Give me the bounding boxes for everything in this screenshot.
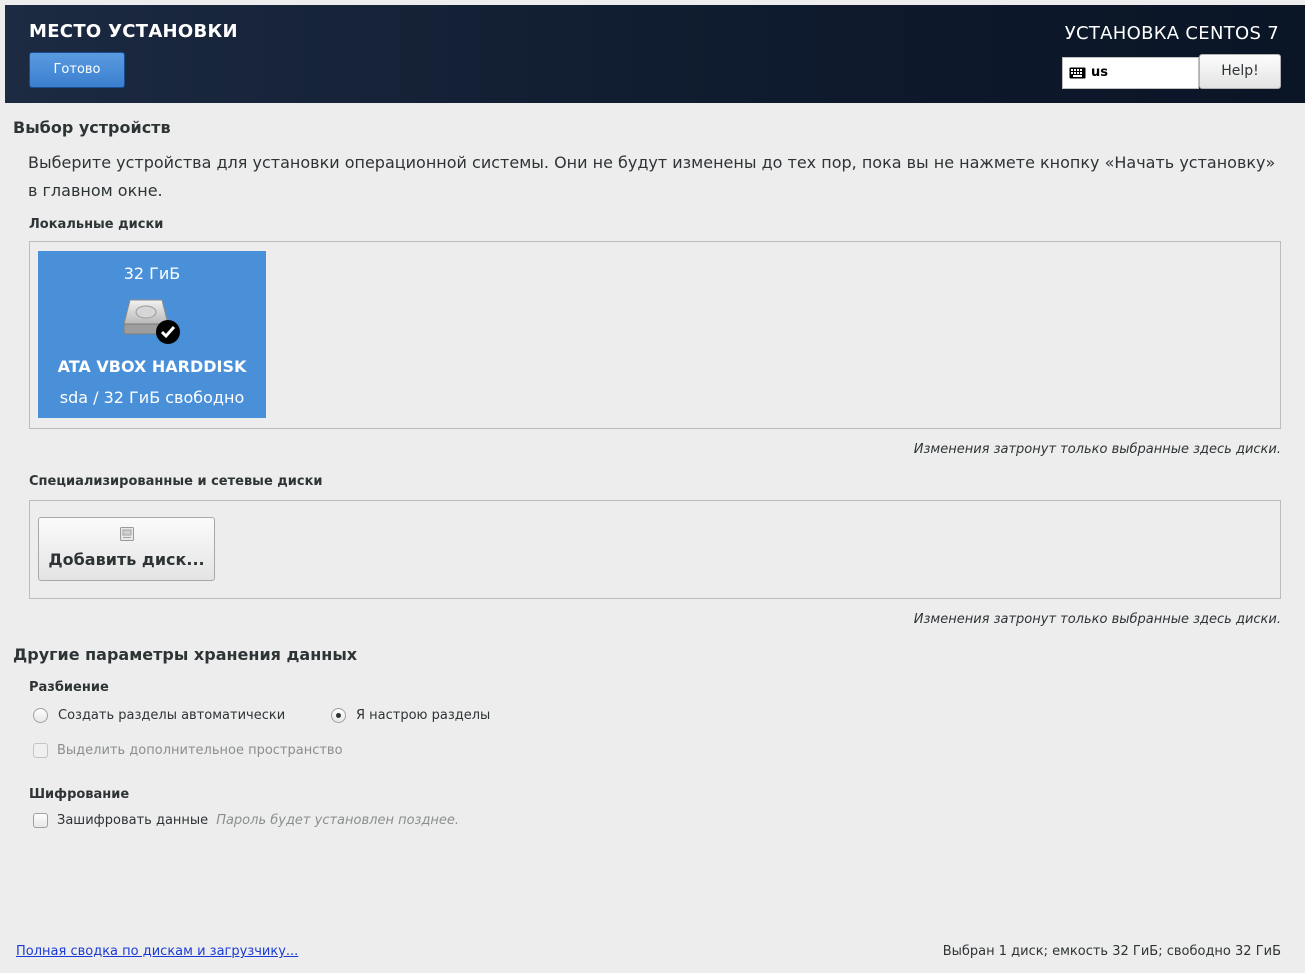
disk-size: 32 ГиБ	[123, 264, 181, 283]
device-selection-description: Выберите устройства для установки операц…	[28, 153, 1276, 200]
manual-partition-radio[interactable]: Я настрою разделы	[331, 708, 490, 723]
manual-partition-label: Я настрою разделы	[356, 708, 491, 723]
disk-name: ATA VBOX HARDDISK	[57, 357, 247, 376]
checkbox[interactable]	[33, 813, 48, 828]
partitioning-heading: Разбиение	[29, 680, 109, 695]
encrypt-hint: Пароль будет установлен позднее.	[216, 813, 460, 828]
add-disk-label: Добавить диск...	[48, 550, 205, 569]
local-disks-heading: Локальные диски	[29, 217, 164, 232]
add-disk-button[interactable]: Добавить диск...	[38, 517, 215, 581]
encrypt-checkbox[interactable]: Зашифровать данные Пароль будет установл…	[33, 813, 459, 828]
product-title: УСТАНОВКА CENTOS 7	[1064, 23, 1279, 44]
device-selection-heading: Выбор устройств	[13, 118, 171, 137]
add-disk-icon	[120, 527, 134, 541]
auto-partition-label: Создать разделы автоматически	[58, 708, 286, 723]
header-bar: МЕСТО УСТАНОВКИ Готово УСТАНОВКА CENTOS …	[5, 5, 1305, 103]
specialized-disks-note: Изменения затронут только выбранные здес…	[913, 612, 1281, 627]
checkbox[interactable]	[33, 743, 48, 758]
harddisk-checked-icon	[124, 299, 180, 344]
extra-space-checkbox[interactable]: Выделить дополнительное пространство	[33, 743, 343, 758]
disk-details: sda / 32 ГиБ свободно	[59, 388, 245, 407]
specialized-disks-heading: Специализированные и сетевые диски	[29, 474, 323, 489]
encrypt-label: Зашифровать данные	[57, 813, 209, 828]
extra-space-label: Выделить дополнительное пространство	[57, 743, 343, 758]
encryption-heading: Шифрование	[29, 787, 130, 802]
full-disk-summary-link[interactable]: Полная сводка по дискам и загрузчику...	[16, 944, 298, 959]
keyboard-layout-label: us	[1091, 65, 1108, 80]
specialized-disks-panel	[29, 500, 1281, 599]
keyboard-layout-indicator[interactable]: us	[1062, 57, 1199, 89]
local-disks-note: Изменения затронут только выбранные здес…	[913, 442, 1281, 457]
keyboard-icon	[1069, 67, 1086, 79]
radio-button[interactable]	[33, 708, 48, 723]
page-title: МЕСТО УСТАНОВКИ	[29, 21, 238, 42]
disk-tile-sda[interactable]: 32 ГиБ ATA VBOX HARDDISK sda / 32 ГиБ св…	[38, 251, 266, 418]
done-button[interactable]: Готово	[29, 52, 125, 88]
auto-partition-radio[interactable]: Создать разделы автоматически	[33, 708, 285, 723]
help-button[interactable]: Help!	[1199, 54, 1281, 89]
radio-button-checked[interactable]	[331, 708, 346, 723]
disk-selection-status: Выбран 1 диск; емкость 32 ГиБ; свободно …	[942, 944, 1281, 959]
other-storage-heading: Другие параметры хранения данных	[13, 645, 358, 664]
